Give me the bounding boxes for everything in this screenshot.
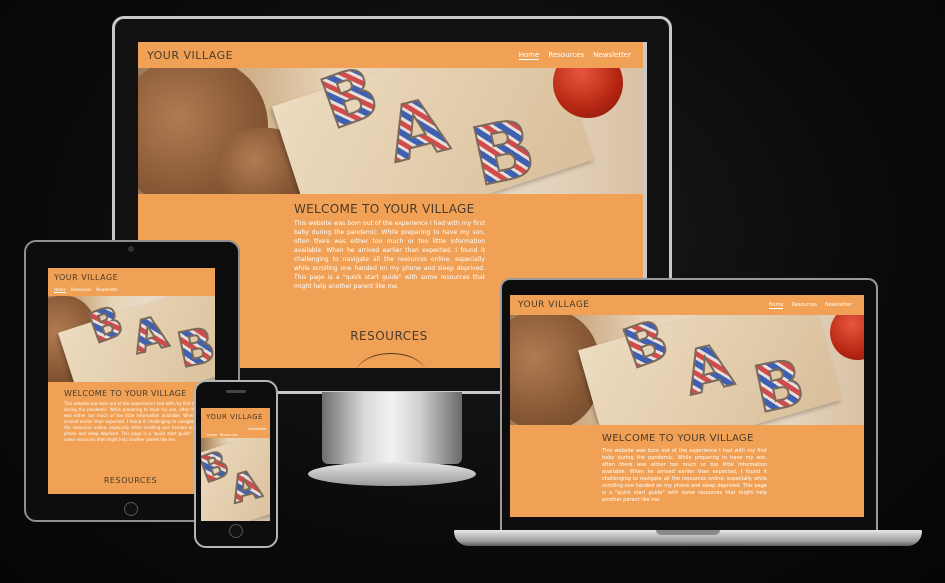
navbar: YOUR VILLAGE Home Resources Newsletter — [48, 268, 215, 296]
nav-link-resources[interactable]: Resources — [791, 302, 817, 309]
nav-links: Home Resources Newsletter — [518, 51, 631, 60]
nav-link-newsletter[interactable]: Newsletter — [593, 51, 631, 60]
nav-link-home[interactable]: Home — [768, 302, 784, 309]
hero-image: B A B — [510, 315, 864, 425]
phone-screen: YOUR VILLAGE Newsletter Home Resources B… — [201, 408, 270, 521]
nav-link-newsletter[interactable]: Newsletter — [96, 287, 118, 293]
navbar: YOUR VILLAGE Home Resources Newsletter — [510, 295, 864, 315]
nav-links: Home Resources Newsletter — [54, 287, 118, 293]
desktop-monitor-base — [308, 462, 476, 486]
welcome-heading: WELCOME TO YOUR VILLAGE — [602, 433, 754, 444]
hero-image: B A — [201, 438, 270, 521]
navbar: YOUR VILLAGE Home Resources Newsletter — [138, 42, 647, 68]
hero-image: B A B — [48, 296, 215, 382]
navbar: YOUR VILLAGE Newsletter Home Resources — [201, 408, 270, 438]
brand-logo[interactable]: YOUR VILLAGE — [147, 49, 233, 62]
welcome-heading: WELCOME TO YOUR VILLAGE — [294, 202, 475, 216]
tablet-home-button[interactable] — [124, 502, 138, 516]
nav-link-home[interactable]: Home — [54, 287, 66, 293]
brand-logo[interactable]: YOUR VILLAGE — [206, 413, 263, 421]
tablet-camera — [128, 246, 134, 252]
nav-links: Home Resources Newsletter — [768, 302, 852, 309]
intro-paragraph: This website was born out of the experie… — [294, 220, 485, 290]
intro-paragraph: This website was born out of the experie… — [602, 448, 767, 503]
nav-link-newsletter[interactable]: Newsletter — [825, 302, 852, 309]
resources-heading: RESOURCES — [103, 476, 158, 485]
pacifier — [830, 315, 864, 360]
desktop-monitor-stand — [322, 392, 462, 464]
resources-heading: RESOURCES — [350, 329, 428, 343]
nav-links: Newsletter Home Resources — [207, 426, 267, 438]
hero-image: B A B — [138, 68, 647, 194]
laptop-notch — [656, 530, 720, 535]
nav-link-resources[interactable]: Resources — [220, 433, 238, 437]
resources-divider — [356, 353, 426, 368]
brand-logo[interactable]: YOUR VILLAGE — [518, 300, 590, 310]
nav-link-home[interactable]: Home — [518, 51, 540, 60]
intro-paragraph: This website was born out of the experie… — [64, 401, 202, 442]
nav-link-newsletter[interactable]: Newsletter — [248, 427, 267, 431]
nav-link-resources[interactable]: Resources — [548, 51, 584, 60]
laptop-screen: YOUR VILLAGE Home Resources Newsletter B… — [510, 295, 864, 517]
welcome-heading: WELCOME TO YOUR VILLAGE — [64, 389, 187, 398]
phone-speaker — [226, 390, 246, 393]
phone-home-button[interactable] — [229, 524, 243, 538]
nav-link-resources[interactable]: Resources — [71, 287, 91, 293]
brand-logo[interactable]: YOUR VILLAGE — [54, 273, 118, 282]
nav-link-home[interactable]: Home — [207, 433, 217, 437]
tablet-screen: YOUR VILLAGE Home Resources Newsletter B… — [48, 268, 215, 494]
